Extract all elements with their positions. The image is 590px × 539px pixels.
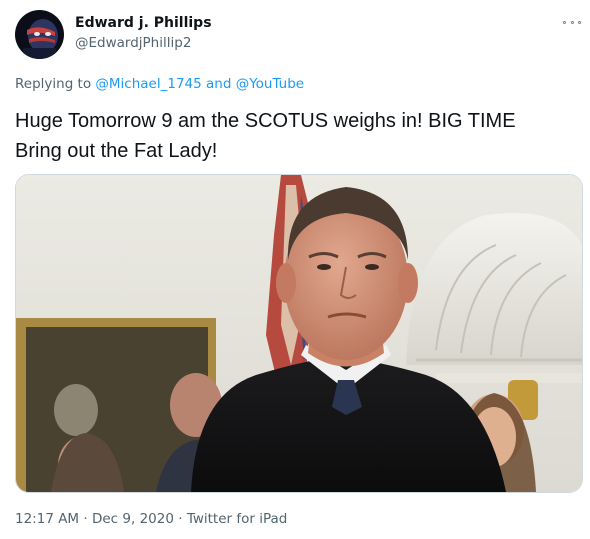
dot-icon xyxy=(578,20,581,24)
dot-icon xyxy=(570,20,574,24)
tweet-text-line: Huge Tomorrow 9 am the SCOTUS weighs in!… xyxy=(15,110,516,132)
tweet-photo[interactable] xyxy=(15,174,583,493)
more-options-icon[interactable] xyxy=(563,16,581,28)
avatar[interactable] xyxy=(15,10,64,59)
tweet-text: Huge Tomorrow 9 am the SCOTUS weighs in!… xyxy=(15,106,580,166)
user-handle[interactable]: @EdwardjPhillip2 xyxy=(75,35,191,51)
replying-to-label: Replying to xyxy=(15,76,92,92)
tweet-source[interactable]: Twitter for iPad xyxy=(187,511,288,527)
replying-to-line: Replying to @Michael_1745 and @YouTube xyxy=(15,76,304,92)
mention-link[interactable]: @Michael_1745 xyxy=(95,76,201,92)
tweet-date[interactable]: Dec 9, 2020 xyxy=(92,511,174,527)
separator: · xyxy=(178,511,183,527)
tweet-time[interactable]: 12:17 AM xyxy=(15,511,79,527)
tweet-meta: 12:17 AM · Dec 9, 2020 · Twitter for iPa… xyxy=(15,511,287,527)
mention-and[interactable]: and xyxy=(206,76,231,92)
tweet-text-line: Bring out the Fat Lady! xyxy=(15,140,218,162)
separator: · xyxy=(83,511,88,527)
dot-icon xyxy=(563,20,566,24)
mention-link[interactable]: @YouTube xyxy=(236,76,304,92)
photo-illustration xyxy=(16,175,582,492)
display-name[interactable]: Edward j. Phillips xyxy=(75,15,212,31)
